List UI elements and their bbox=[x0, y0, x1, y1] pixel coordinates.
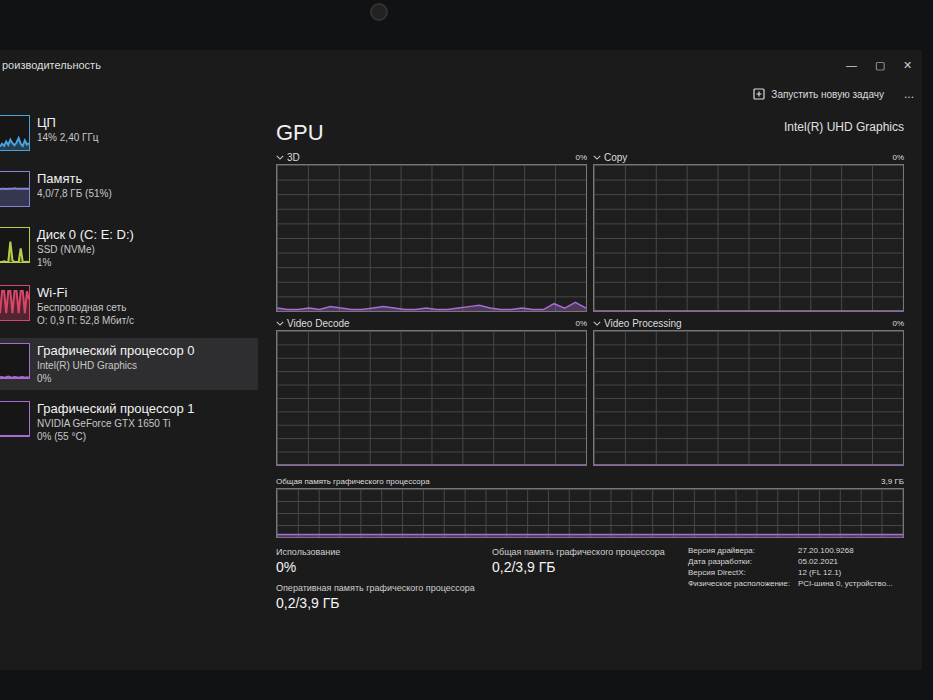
sparkline-chart bbox=[0, 115, 30, 151]
graph-selector[interactable]: Copy bbox=[593, 152, 627, 163]
item-detail: О: 0,9 П: 52,8 Мбит/с bbox=[37, 314, 134, 327]
detail-value: 12 (FL 12.1) bbox=[798, 568, 904, 577]
detail-label: Физическое расположение: bbox=[688, 579, 790, 588]
graph-area bbox=[276, 488, 904, 538]
graph-line bbox=[594, 331, 903, 465]
sparkline-chart bbox=[0, 227, 30, 263]
item-name: Графический процессор 1 bbox=[37, 401, 195, 417]
item-detail: Intel(R) UHD Graphics bbox=[37, 359, 195, 372]
graph-selector[interactable]: 3D bbox=[276, 152, 300, 163]
detail-value: 27.20.100.9268 bbox=[798, 546, 904, 555]
graph-reading: 0% bbox=[575, 153, 587, 162]
adapter-name: Intel(R) UHD Graphics bbox=[784, 120, 904, 146]
run-task-button[interactable]: Запустить новую задачу bbox=[753, 88, 884, 100]
details-table: Версия драйвера: 27.20.100.9268 Дата разр… bbox=[688, 546, 904, 618]
new-task-icon bbox=[753, 88, 765, 100]
chevron-down-icon bbox=[276, 155, 284, 160]
more-button[interactable]: ... bbox=[904, 87, 914, 101]
stat: Общая память графического процессора 0,2… bbox=[492, 546, 682, 576]
item-detail: NVIDIA GeForce GTX 1650 Ti bbox=[37, 417, 195, 430]
window-control-button[interactable]: ✕ bbox=[903, 59, 912, 72]
graph-selector[interactable]: Video Processing bbox=[593, 318, 682, 329]
laptop-bezel: роизводительность — ▢ ✕ Запустить новую за… bbox=[0, 0, 933, 700]
sidebar-item[interactable]: Графический процессор 1 NVIDIA GeForce G… bbox=[0, 396, 258, 448]
item-detail: 4,0/7,8 ГБ (51%) bbox=[37, 187, 112, 200]
detail-label: Версия драйвера: bbox=[688, 546, 790, 555]
item-name: Графический процессор 0 bbox=[37, 343, 195, 359]
window-control-button[interactable]: — bbox=[846, 59, 857, 72]
sidebar-item[interactable]: ЦП 14% 2,40 ГГц bbox=[0, 110, 258, 160]
sparkline-chart bbox=[0, 343, 30, 379]
stat: Использование 0% bbox=[276, 546, 486, 576]
item-detail: 0% bbox=[37, 372, 195, 385]
sparkline-chart bbox=[0, 171, 30, 207]
task-manager-window: роизводительность — ▢ ✕ Запустить новую за… bbox=[0, 50, 922, 670]
detail-label: Версия DirectX: bbox=[688, 568, 790, 577]
graph-label: Общая память графического процессора bbox=[276, 477, 430, 486]
panel-title: GPU bbox=[276, 120, 324, 146]
toolbar: Запустить новую задачу ... bbox=[0, 80, 922, 108]
graph-max: 3,9 ГБ bbox=[881, 477, 904, 486]
graph-area bbox=[276, 164, 587, 312]
chevron-down-icon bbox=[593, 155, 601, 160]
item-name: ЦП bbox=[37, 115, 99, 131]
graph-line bbox=[277, 165, 586, 311]
window-control-button[interactable]: ▢ bbox=[875, 59, 885, 72]
detail-label: Дата разработки: bbox=[688, 557, 790, 566]
graph-area bbox=[593, 330, 904, 466]
graph-reading: 0% bbox=[575, 319, 587, 328]
item-detail: 1% bbox=[37, 256, 134, 269]
engine-graph: Video Processing 0% bbox=[593, 316, 904, 466]
title-bar: роизводительность — ▢ ✕ bbox=[0, 50, 922, 80]
sidebar-item[interactable]: Диск 0 (C: E: D:) SSD (NVMe)1% bbox=[0, 222, 258, 274]
item-detail: Беспроводная сеть bbox=[37, 301, 134, 314]
detail-value: 05.02.2021 bbox=[798, 557, 904, 566]
graph-selector[interactable]: Video Decode bbox=[276, 318, 350, 329]
window-controls: — ▢ ✕ bbox=[846, 59, 918, 72]
webcam bbox=[370, 3, 388, 21]
graph-area bbox=[593, 164, 904, 312]
graph-line bbox=[277, 489, 903, 537]
graph-area bbox=[276, 330, 587, 466]
window-title: роизводительность bbox=[2, 59, 101, 71]
sidebar: ЦП 14% 2,40 ГГц Память 4,0/7,8 ГБ (51%) … bbox=[0, 108, 258, 670]
graph-reading: 0% bbox=[892, 319, 904, 328]
shared-memory-graph: Общая память графического процессора 3,9… bbox=[276, 474, 904, 538]
item-detail: 14% 2,40 ГГц bbox=[37, 131, 99, 144]
gpu-panel: GPU Intel(R) UHD Graphics 3D 0% Copy 0% … bbox=[258, 108, 922, 670]
item-detail: SSD (NVMe) bbox=[37, 243, 134, 256]
detail-value: PCI-шина 0, устройство... bbox=[798, 579, 904, 588]
graph-reading: 0% bbox=[892, 153, 904, 162]
chevron-down-icon bbox=[593, 321, 601, 326]
engine-graph: 3D 0% bbox=[276, 150, 587, 312]
chevron-down-icon bbox=[276, 321, 284, 326]
sidebar-item[interactable]: Графический процессор 0 Intel(R) UHD Gra… bbox=[0, 338, 258, 390]
sidebar-item[interactable]: Wi-Fi Беспроводная сетьО: 0,9 П: 52,8 Мб… bbox=[0, 280, 258, 332]
engine-graph: Copy 0% bbox=[593, 150, 904, 312]
item-name: Wi-Fi bbox=[37, 285, 134, 301]
item-detail: 0% (55 °C) bbox=[37, 430, 195, 443]
item-name: Память bbox=[37, 171, 112, 187]
sidebar-item[interactable]: Память 4,0/7,8 ГБ (51%) bbox=[0, 166, 258, 216]
engine-graph: Video Decode 0% bbox=[276, 316, 587, 466]
sparkline-chart bbox=[0, 285, 30, 321]
graph-line bbox=[277, 331, 586, 465]
graph-line bbox=[594, 165, 903, 311]
stat: Оперативная память графического процессо… bbox=[276, 582, 486, 612]
item-name: Диск 0 (C: E: D:) bbox=[37, 227, 134, 243]
sparkline-chart bbox=[0, 401, 30, 437]
